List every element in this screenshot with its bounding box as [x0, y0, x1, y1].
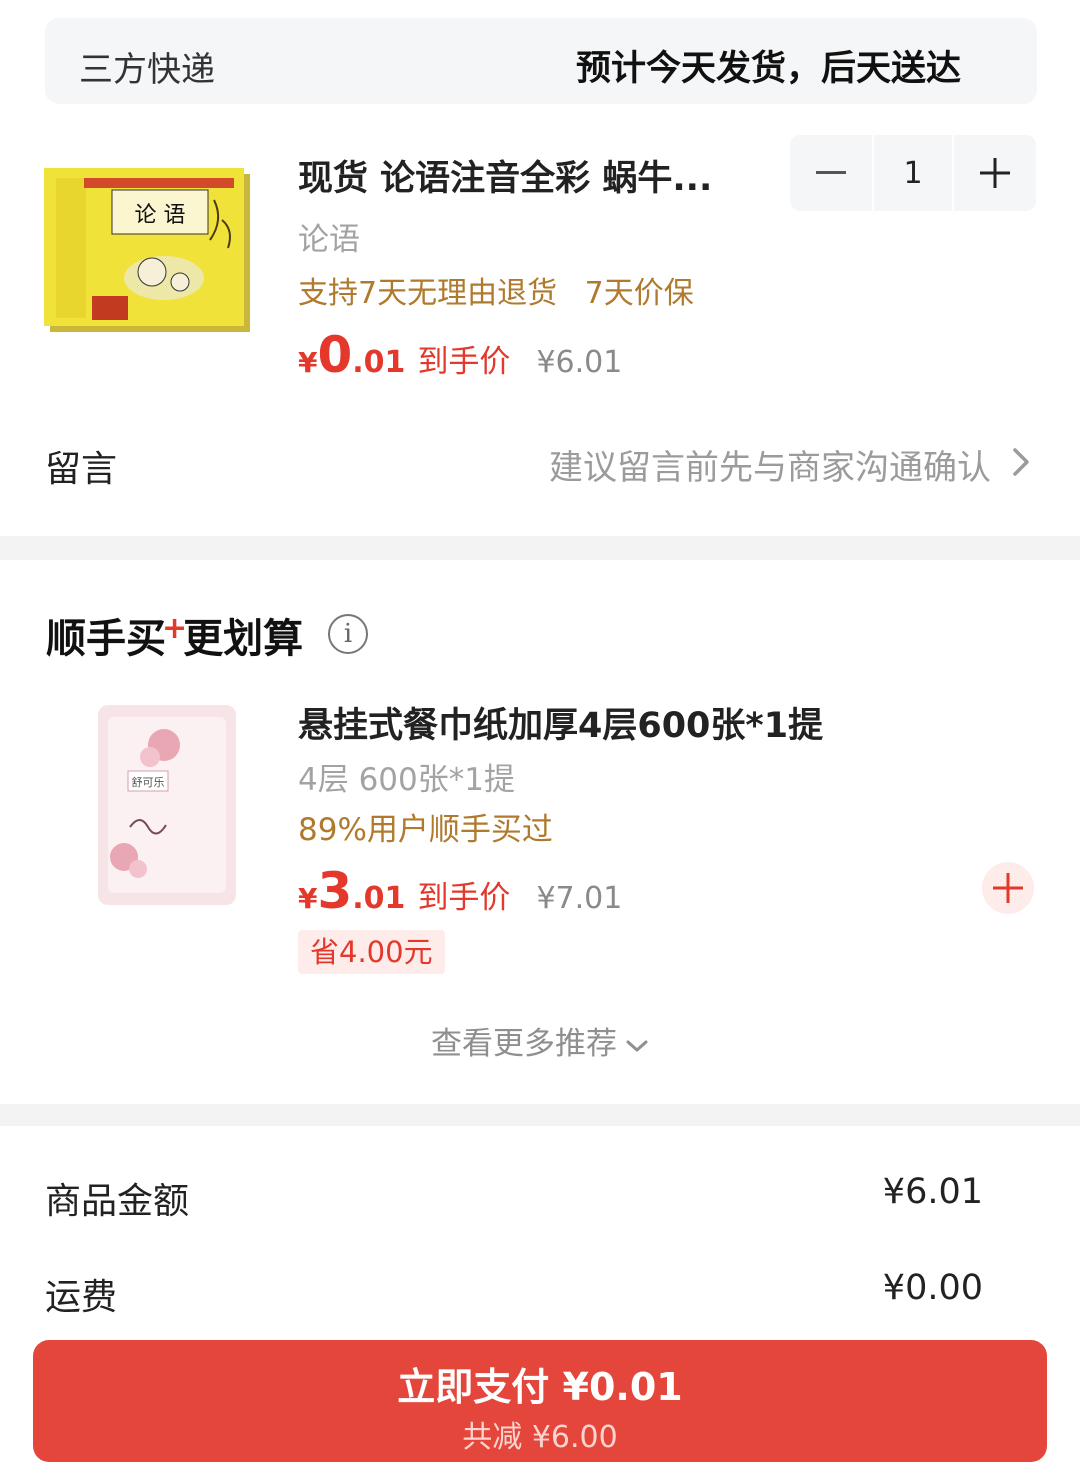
tissue-package-illustration: 舒可乐 — [98, 705, 236, 905]
return-policy-tag: 支持7天无理由退货 — [298, 276, 558, 311]
message-hint[interactable]: 建议留言前先与商家沟通确认 — [549, 440, 991, 489]
recommend-product-price: ¥3.01 到手价 ¥7.01 — [298, 862, 622, 920]
original-price: ¥6.01 — [536, 345, 623, 380]
price-integer: 3 — [317, 862, 353, 920]
final-price-label: 到手价 — [417, 880, 511, 916]
recommend-title-part2: 更划算 — [183, 616, 304, 662]
chevron-right-icon — [1013, 448, 1029, 476]
section-divider — [0, 1104, 1080, 1126]
product-spec: 论语 — [298, 222, 360, 258]
book-cover-illustration: 论 语 — [44, 168, 250, 332]
recommend-social-proof: 89%用户顺手买过 — [298, 812, 553, 848]
package-brand: 舒可乐 — [132, 775, 165, 789]
goods-amount-value: ¥6.01 — [882, 1172, 983, 1212]
goods-amount-row: 商品金额 ¥6.01 — [45, 1172, 983, 1222]
message-row[interactable]: 留言 建议留言前先与商家沟通确认 — [45, 436, 1035, 490]
pay-now-button[interactable]: 立即支付 ¥0.01 共减 ¥6.00 — [33, 1340, 1047, 1462]
shipping-info-bar: 三方快递 预计今天发货，后天送达 — [45, 18, 1037, 104]
increase-quantity-button[interactable] — [954, 135, 1036, 211]
decrease-quantity-button[interactable] — [790, 135, 872, 211]
view-more-recommendations[interactable]: 查看更多推荐 — [0, 1018, 1080, 1063]
minus-icon — [816, 171, 846, 174]
product-service-tags: 支持7天无理由退货 7天价保 — [298, 268, 712, 312]
cover-title: 论 语 — [135, 203, 186, 228]
product-title[interactable]: 现货 论语注音全彩 蜗牛... — [298, 150, 712, 201]
plus-icon — [993, 873, 1023, 903]
view-more-label: 查看更多推荐 — [431, 1026, 617, 1062]
product-image[interactable]: 论 语 — [44, 160, 256, 336]
message-label: 留言 — [45, 449, 118, 490]
info-icon[interactable]: i — [328, 614, 368, 654]
price-integer: 0 — [317, 326, 353, 384]
price-protection-tag: 7天价保 — [584, 276, 694, 311]
currency-symbol: ¥ — [298, 882, 318, 915]
quantity-stepper[interactable]: 1 — [790, 135, 1036, 211]
final-price-label: 到手价 — [417, 344, 511, 380]
savings-badge: 省4.00元 — [298, 930, 445, 974]
plus-icon — [980, 158, 1010, 188]
delivery-estimate: 预计今天发货，后天送达 — [575, 49, 961, 89]
recommend-product-image[interactable]: 舒可乐 — [64, 697, 260, 913]
original-price: ¥7.01 — [536, 881, 623, 916]
add-recommend-button[interactable] — [982, 862, 1034, 914]
currency-symbol: ¥ — [298, 346, 318, 379]
recommend-section-title: 顺手买+更划算 — [46, 606, 303, 664]
total-discount-label: 共减 ¥6.00 — [462, 1420, 618, 1455]
product-price: ¥0.01 到手价 ¥6.01 — [298, 326, 622, 384]
section-divider — [0, 536, 1080, 560]
shipping-method: 三方快递 — [79, 50, 215, 90]
shipping-fee-row: 运费 ¥0.00 — [45, 1268, 983, 1318]
recommend-title-part1: 顺手买 — [46, 616, 166, 662]
shipping-fee-label: 运费 — [45, 1277, 118, 1318]
goods-amount-label: 商品金额 — [45, 1181, 190, 1222]
recommend-product-spec: 4层 600张*1提 — [298, 762, 515, 798]
price-decimal: .01 — [352, 881, 406, 916]
price-decimal: .01 — [352, 345, 406, 380]
pay-now-label: 立即支付 ¥0.01 — [397, 1365, 683, 1409]
recommend-product-title[interactable]: 悬挂式餐巾纸加厚4层600张*1提 — [298, 697, 823, 748]
shipping-fee-value: ¥0.00 — [882, 1268, 983, 1308]
chevron-down-icon — [626, 1040, 648, 1051]
quantity-value[interactable]: 1 — [872, 135, 954, 211]
